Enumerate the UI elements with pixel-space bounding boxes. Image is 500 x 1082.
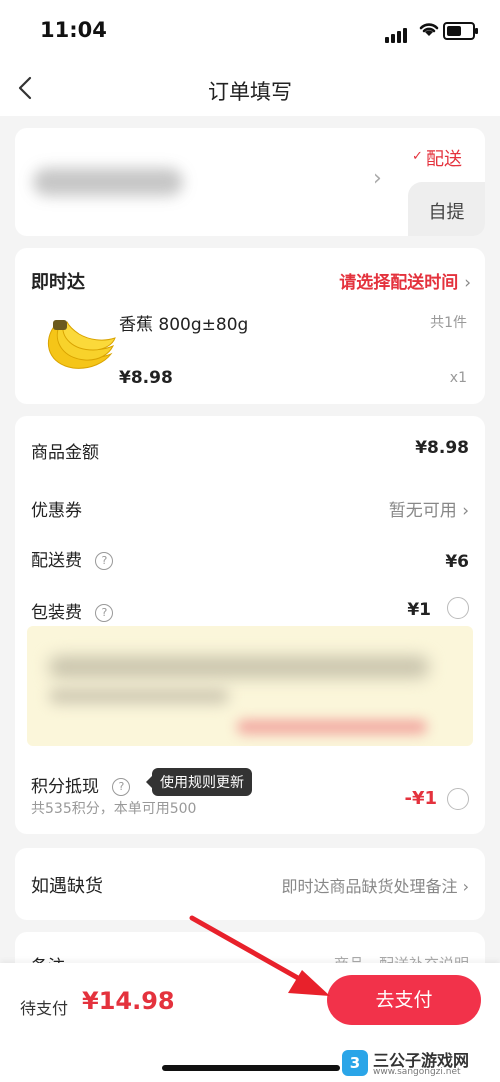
pay-amount: ¥14.98	[82, 987, 175, 1015]
fees-card: 商品金额 ¥8.98 优惠券 暂无可用 › 配送费 ? ¥6 包装费 ? ¥1 …	[15, 416, 485, 834]
help-icon[interactable]: ?	[95, 604, 114, 622]
product-name: 香蕉 800g±80g	[119, 315, 249, 335]
coupon-value: 暂无可用	[388, 501, 457, 521]
coupon-selector[interactable]: 暂无可用 ›	[389, 496, 469, 521]
points-label: 积分抵现	[31, 777, 99, 797]
help-icon[interactable]: ?	[112, 778, 131, 796]
goods-amount-value: ¥8.98	[415, 438, 469, 458]
signal-icon	[385, 24, 409, 43]
pickup-option[interactable]: 自提	[408, 182, 485, 236]
check-icon: ✓	[412, 149, 423, 164]
goods-amount-label: 商品金额	[31, 443, 99, 463]
product-price: ¥8.98	[119, 368, 173, 388]
status-bar: 11:04	[0, 0, 500, 60]
instant-delivery-card: 即时达 请选择配送时间 › 香蕉 800g±80g 共1件 ¥8.98 x1	[15, 248, 485, 404]
points-deduction-value: -¥1	[404, 788, 437, 809]
stockout-card[interactable]: 如遇缺货 即时达商品缺货处理备注 ›	[15, 848, 485, 920]
stockout-value: 即时达商品缺货处理备注	[281, 877, 458, 896]
select-delivery-time-label: 请选择配送时间	[339, 273, 459, 293]
coupon-label: 优惠券	[31, 501, 82, 521]
promo-banner-redacted	[27, 626, 473, 746]
points-row: 积分抵现 ?	[31, 772, 131, 797]
stockout-label: 如遇缺货	[31, 876, 103, 897]
chevron-right-icon: ›	[462, 501, 469, 521]
packing-fee-radio[interactable]	[447, 597, 469, 619]
points-radio[interactable]	[447, 788, 469, 810]
banana-image	[47, 320, 116, 369]
address-redacted	[33, 168, 183, 196]
wifi-icon	[419, 23, 439, 36]
packing-fee-label: 包装费	[31, 603, 82, 623]
delivery-option[interactable]: ✓ 配送	[408, 142, 485, 182]
page-title: 订单填写	[208, 80, 292, 104]
help-icon[interactable]: ?	[95, 552, 114, 570]
pay-label: 待支付	[20, 999, 69, 1018]
home-indicator	[162, 1065, 340, 1071]
instant-title: 即时达	[31, 272, 85, 293]
status-time: 11:04	[40, 18, 107, 42]
delivery-fee-value: ¥6	[445, 552, 469, 572]
watermark-url: www.sangongzi.net	[373, 1067, 461, 1077]
battery-icon	[443, 22, 478, 40]
points-rule-tooltip[interactable]: 使用规则更新	[146, 768, 252, 796]
packing-fee-row: 包装费 ?	[31, 598, 114, 623]
chevron-right-icon: ›	[464, 273, 471, 293]
pay-button[interactable]: 去支付	[327, 975, 481, 1025]
watermark: 3 三公子游戏网 www.sangongzi.net	[340, 1045, 500, 1082]
delivery-option-label: 配送	[426, 149, 462, 170]
points-summary: 共535积分，本单可用500	[31, 801, 197, 817]
chevron-right-icon: ›	[462, 877, 469, 896]
product-quantity: x1	[449, 370, 467, 386]
product-count: 共1件	[430, 315, 467, 331]
packing-fee-value: ¥1	[407, 600, 431, 620]
pickup-option-label: 自提	[428, 202, 465, 223]
chevron-right-icon: ›	[373, 166, 382, 191]
delivery-fee-row: 配送费 ?	[31, 546, 114, 571]
delivery-fee-label: 配送费	[31, 551, 82, 571]
address-card[interactable]: › ✓ 配送 自提	[15, 128, 485, 236]
select-delivery-time[interactable]: 请选择配送时间 ›	[339, 268, 471, 293]
stockout-selector[interactable]: 即时达商品缺货处理备注 ›	[281, 873, 469, 897]
nav-bar: 订单填写	[0, 60, 500, 116]
watermark-logo-icon: 3	[342, 1050, 368, 1076]
